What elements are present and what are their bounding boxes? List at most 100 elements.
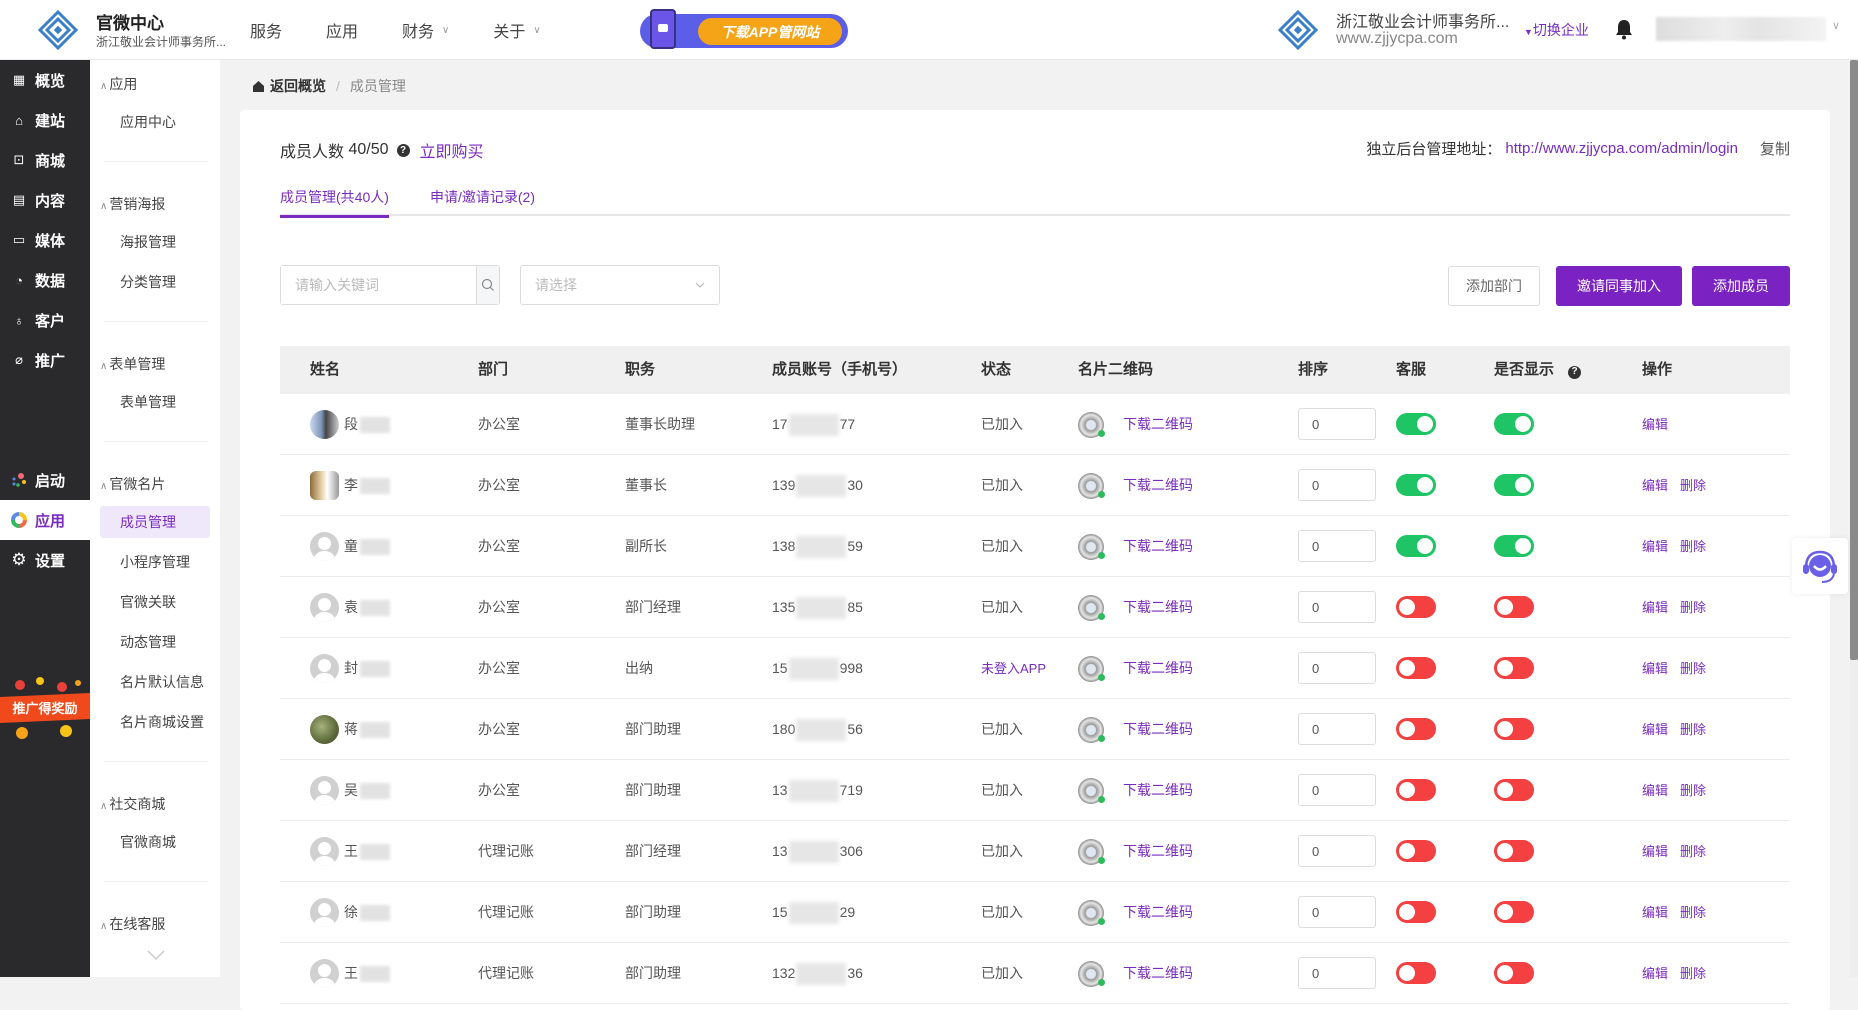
sort-order-input[interactable] xyxy=(1298,530,1376,562)
visibility-toggle[interactable] xyxy=(1494,901,1534,923)
sort-order-input[interactable] xyxy=(1298,835,1376,867)
submenu-group-online-service[interactable]: ∧ 在线客服 xyxy=(100,914,165,934)
diamond-logo-icon[interactable] xyxy=(38,10,78,50)
chevron-down-icon[interactable]: ∨ xyxy=(1832,19,1840,32)
service-toggle[interactable] xyxy=(1396,413,1436,435)
submenu-group-posters[interactable]: ∧ 营销海报 xyxy=(100,194,165,214)
submenu-item-card-shop-settings[interactable]: 名片商城设置 xyxy=(100,706,210,738)
search-input[interactable] xyxy=(281,266,476,304)
service-toggle[interactable] xyxy=(1396,535,1436,557)
sidebar-item-shop[interactable]: ⊡ 商城 xyxy=(0,140,90,180)
download-qrcode-link[interactable]: 下载二维码 xyxy=(1123,782,1193,798)
download-qrcode-link[interactable]: 下载二维码 xyxy=(1123,721,1193,737)
nav-item-services[interactable]: 服务 xyxy=(250,18,282,42)
add-member-button[interactable]: 添加成员 xyxy=(1692,266,1790,306)
delete-link[interactable]: 删除 xyxy=(1680,722,1706,737)
visibility-toggle[interactable] xyxy=(1494,657,1534,679)
qrcode-thumbnail[interactable] xyxy=(1078,839,1105,865)
nav-item-apps[interactable]: 应用 xyxy=(326,18,358,42)
qrcode-thumbnail[interactable] xyxy=(1078,778,1105,804)
download-qrcode-link[interactable]: 下载二维码 xyxy=(1123,660,1193,676)
qrcode-thumbnail[interactable] xyxy=(1078,534,1105,560)
download-qrcode-link[interactable]: 下载二维码 xyxy=(1123,965,1193,981)
bell-icon[interactable] xyxy=(1615,18,1633,40)
edit-link[interactable]: 编辑 xyxy=(1642,844,1668,859)
download-qrcode-link[interactable]: 下载二维码 xyxy=(1123,599,1193,615)
delete-link[interactable]: 删除 xyxy=(1680,661,1706,676)
edit-link[interactable]: 编辑 xyxy=(1642,905,1668,920)
delete-link[interactable]: 删除 xyxy=(1680,539,1706,554)
qrcode-thumbnail[interactable] xyxy=(1078,961,1105,987)
service-toggle[interactable] xyxy=(1396,718,1436,740)
sidebar-item-data[interactable]: ◔ 数据 xyxy=(0,260,90,300)
service-toggle[interactable] xyxy=(1396,779,1436,801)
service-toggle[interactable] xyxy=(1396,901,1436,923)
sidebar-item-apps[interactable]: 应用 xyxy=(0,500,90,540)
qrcode-thumbnail[interactable] xyxy=(1078,595,1105,621)
qrcode-thumbnail[interactable] xyxy=(1078,717,1105,743)
tab-members[interactable]: 成员管理(共40人) xyxy=(280,187,389,218)
qrcode-thumbnail[interactable] xyxy=(1078,412,1105,438)
sidebar-item-content[interactable]: ▤ 内容 xyxy=(0,180,90,220)
nav-item-about[interactable]: 关于 ∨ xyxy=(493,18,540,42)
sidebar-item-settings[interactable]: ⚙ 设置 xyxy=(0,540,90,580)
admin-url-link[interactable]: http://www.zjjycpa.com/admin/login xyxy=(1505,140,1738,157)
submenu-item-card-default[interactable]: 名片默认信息 xyxy=(100,666,210,698)
submenu-group-forms[interactable]: ∧ 表单管理 xyxy=(100,354,165,374)
submenu-item-official-link[interactable]: 官微关联 xyxy=(100,586,210,618)
delete-link[interactable]: 删除 xyxy=(1680,966,1706,981)
sort-order-input[interactable] xyxy=(1298,408,1376,440)
visibility-toggle[interactable] xyxy=(1494,596,1534,618)
edit-link[interactable]: 编辑 xyxy=(1642,783,1668,798)
sort-order-input[interactable] xyxy=(1298,713,1376,745)
download-qrcode-link[interactable]: 下载二维码 xyxy=(1123,477,1193,493)
sort-order-input[interactable] xyxy=(1298,591,1376,623)
delete-link[interactable]: 删除 xyxy=(1680,478,1706,493)
qrcode-thumbnail[interactable] xyxy=(1078,900,1105,926)
sort-order-input[interactable] xyxy=(1298,896,1376,928)
edit-link[interactable]: 编辑 xyxy=(1642,478,1668,493)
submenu-item-app-center[interactable]: 应用中心 xyxy=(100,106,210,138)
sidebar-item-launch[interactable]: 启动 xyxy=(0,460,90,500)
download-app-banner[interactable]: 下载APP管网站 xyxy=(630,7,848,53)
visibility-toggle[interactable] xyxy=(1494,779,1534,801)
submenu-item-poster-manage[interactable]: 海报管理 xyxy=(100,226,210,258)
submenu-group-social-shop[interactable]: ∧ 社交商城 xyxy=(100,794,165,814)
service-toggle[interactable] xyxy=(1396,840,1436,862)
sort-order-input[interactable] xyxy=(1298,469,1376,501)
sidebar-item-customers[interactable]: ♁ 客户 xyxy=(0,300,90,340)
sort-order-input[interactable] xyxy=(1298,957,1376,989)
submenu-item-official-shop[interactable]: 官微商城 xyxy=(100,826,210,858)
visibility-toggle[interactable] xyxy=(1494,535,1534,557)
submenu-item-feed-manage[interactable]: 动态管理 xyxy=(100,626,210,658)
user-account-menu[interactable] xyxy=(1656,17,1826,41)
edit-link[interactable]: 编辑 xyxy=(1642,539,1668,554)
sort-order-input[interactable] xyxy=(1298,774,1376,806)
service-toggle[interactable] xyxy=(1396,657,1436,679)
service-toggle[interactable] xyxy=(1396,962,1436,984)
delete-link[interactable]: 删除 xyxy=(1680,600,1706,615)
delete-link[interactable]: 删除 xyxy=(1680,844,1706,859)
submenu-group-apps[interactable]: ∧ 应用 xyxy=(100,74,137,94)
edit-link[interactable]: 编辑 xyxy=(1642,966,1668,981)
page-scrollbar-thumb[interactable] xyxy=(1850,60,1858,660)
submenu-item-category-manage[interactable]: 分类管理 xyxy=(100,266,210,298)
tab-invite-records[interactable]: 申请/邀请记录(2) xyxy=(430,187,535,207)
visibility-toggle[interactable] xyxy=(1494,413,1534,435)
download-qrcode-link[interactable]: 下载二维码 xyxy=(1123,904,1193,920)
service-toggle[interactable] xyxy=(1396,596,1436,618)
submenu-group-cards[interactable]: ∧ 官微名片 xyxy=(100,474,165,494)
add-department-button[interactable]: 添加部门 xyxy=(1448,266,1540,306)
download-qrcode-link[interactable]: 下载二维码 xyxy=(1123,843,1193,859)
promotion-reward-banner[interactable]: 推广得奖励 xyxy=(0,675,90,745)
sidebar-item-site[interactable]: ⌂ 建站 xyxy=(0,100,90,140)
help-icon[interactable]: ? xyxy=(1568,365,1582,379)
submenu-item-form-manage[interactable]: 表单管理 xyxy=(100,386,210,418)
sort-order-input[interactable] xyxy=(1298,652,1376,684)
nav-item-finance[interactable]: 财务 ∨ xyxy=(402,18,449,42)
visibility-toggle[interactable] xyxy=(1494,474,1534,496)
buy-now-link[interactable]: 立即购买 xyxy=(420,138,484,162)
submenu-item-miniprogram[interactable]: 小程序管理 xyxy=(100,546,210,578)
switch-enterprise-button[interactable]: ▼切换企业 xyxy=(1524,20,1589,40)
delete-link[interactable]: 删除 xyxy=(1680,783,1706,798)
